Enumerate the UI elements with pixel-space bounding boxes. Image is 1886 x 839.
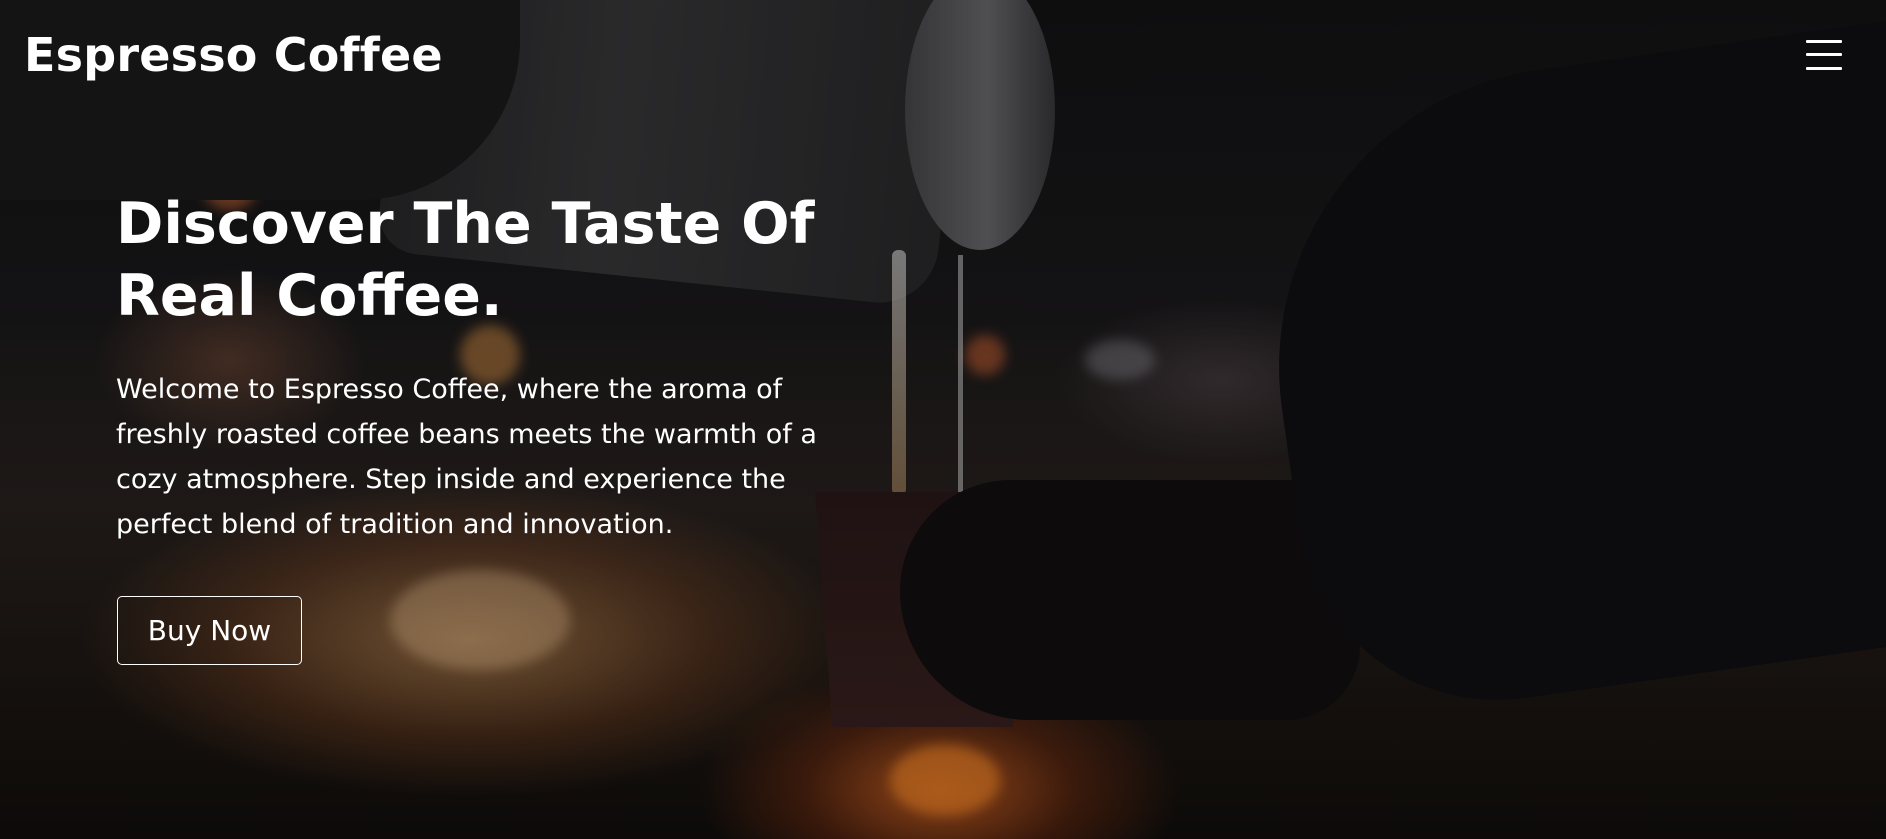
hand-silhouette (900, 480, 1360, 720)
buy-now-button[interactable]: Buy Now (117, 596, 302, 665)
intro-line: freshly roasted coffee beans meets the w… (116, 419, 817, 450)
coffee-stream (958, 255, 963, 495)
person-silhouette (1240, 14, 1886, 726)
headline-line: Discover The Taste Of (116, 191, 815, 257)
intro-line: Welcome to Espresso Coffee, where the ar… (116, 374, 783, 405)
menu-bar (1806, 67, 1842, 70)
bokeh-light (390, 570, 570, 670)
menu-bar (1806, 40, 1842, 43)
intro-line: perfect blend of tradition and innovatio… (116, 509, 674, 540)
bokeh-light (1085, 340, 1155, 380)
hero-intro: Welcome to Espresso Coffee, where the ar… (116, 367, 896, 547)
menu-bar (1806, 53, 1842, 56)
headline-line: Real Coffee. (116, 263, 503, 329)
brand-logo-text[interactable]: Espresso Coffee (24, 28, 443, 82)
hero-headline: Discover The Taste Of Real Coffee. (116, 188, 896, 332)
bokeh-light (965, 335, 1005, 375)
hero-section: Espresso Coffee Discover The Taste Of Re… (0, 0, 1886, 839)
hamburger-menu-icon[interactable] (1804, 38, 1844, 72)
thermos-lid (905, 0, 1055, 250)
intro-line: cozy atmosphere. Step inside and experie… (116, 464, 786, 495)
bokeh-light (890, 745, 1000, 815)
